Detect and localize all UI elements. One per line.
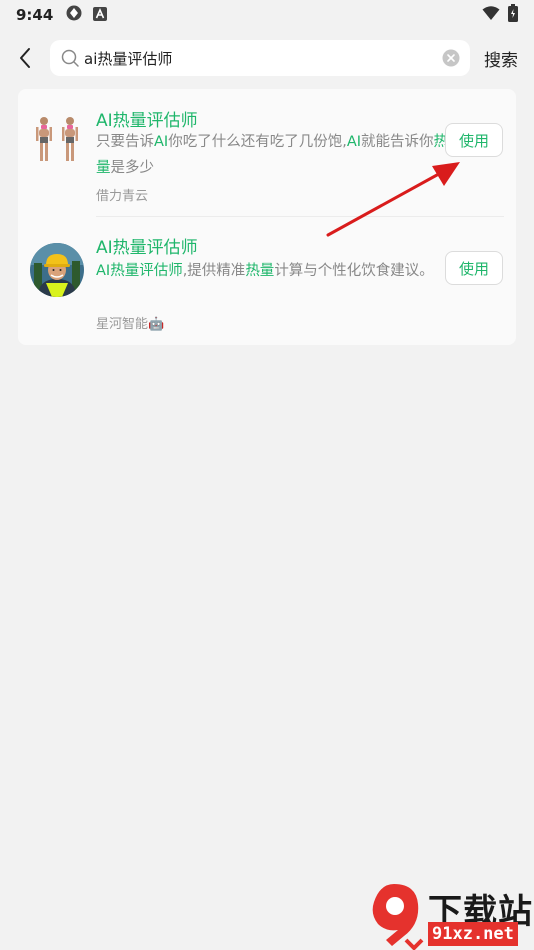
search-header: 搜索 — [0, 38, 534, 78]
desc-highlight: AI — [346, 134, 362, 150]
desc-part: ,提供精准 — [182, 263, 246, 279]
battery-icon — [508, 4, 518, 26]
use-button[interactable]: 使用 — [445, 251, 503, 285]
watermark-logo-icon — [372, 884, 424, 950]
desc-part: 是多少 — [110, 160, 155, 176]
result-author: 星河智能🤖 — [96, 317, 165, 332]
chevron-left-icon — [20, 48, 30, 68]
back-button[interactable] — [0, 38, 50, 78]
result-description: AI热量评估师,提供精准热量计算与个性化饮食建议。 — [96, 258, 456, 284]
status-bar: 9:44 — [0, 0, 534, 30]
avatar — [30, 243, 84, 297]
watermark: 下载站 91xz.net — [364, 880, 534, 950]
wifi-icon — [482, 5, 500, 25]
search-box[interactable] — [50, 40, 470, 76]
desc-part: 只要告诉 — [96, 134, 154, 150]
search-icon — [61, 49, 79, 67]
desc-part: 计算与个性化饮食建议。 — [274, 263, 434, 279]
result-author: 借力青云 — [96, 189, 149, 204]
watermark-url: 91xz.net — [428, 922, 518, 946]
desc-part: 你吃了什么还有吃了几份饱, — [168, 134, 347, 150]
desc-part: 就能告诉你 — [361, 134, 434, 150]
clear-icon[interactable] — [442, 49, 460, 67]
desc-highlight: AI热量评估师 — [96, 263, 183, 279]
result-title: AI热量评估师 — [96, 111, 198, 131]
vpn-icon — [65, 4, 83, 26]
search-button[interactable]: 搜索 — [484, 46, 518, 71]
result-title: AI热量评估师 — [96, 238, 198, 258]
avatar — [30, 113, 84, 167]
status-time: 9:44 — [16, 6, 54, 24]
search-input[interactable] — [84, 49, 442, 67]
desc-highlight: 热量 — [245, 263, 275, 279]
a-icon — [93, 6, 108, 25]
annotation-arrow-icon — [326, 162, 460, 237]
desc-highlight: AI — [154, 134, 169, 150]
